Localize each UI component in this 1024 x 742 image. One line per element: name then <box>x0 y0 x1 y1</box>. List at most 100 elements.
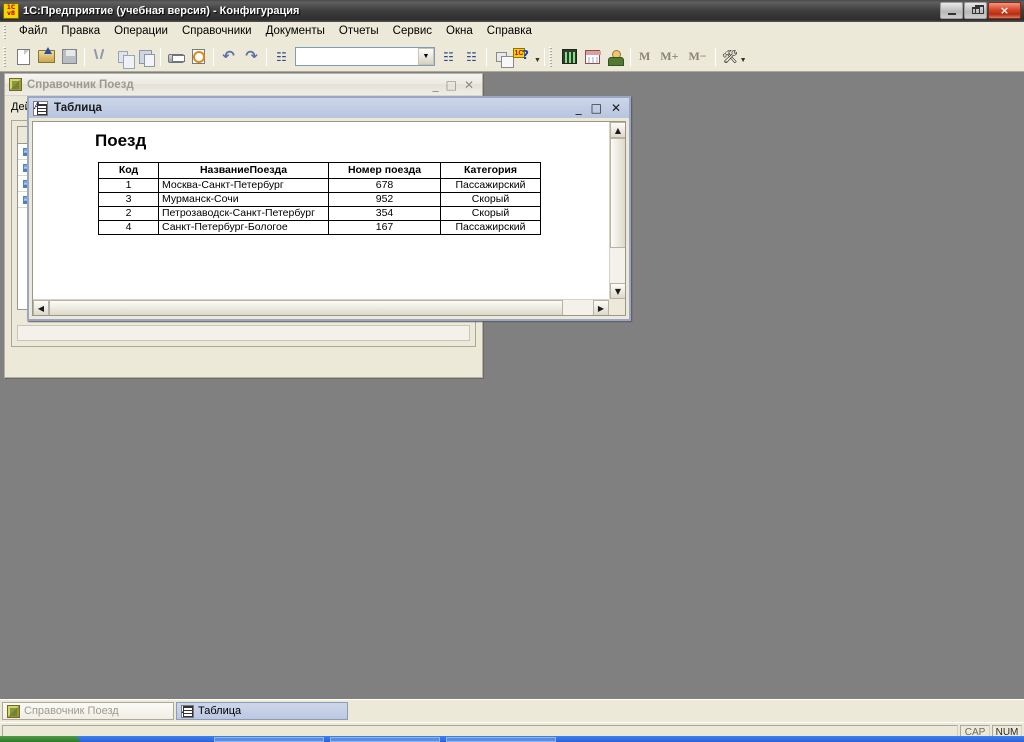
toolbar-separator <box>715 48 716 66</box>
taskbar-item-tablitsa[interactable]: Таблица <box>176 702 348 720</box>
os-taskbar-item[interactable] <box>330 737 440 742</box>
minimize-button[interactable] <box>940 2 963 19</box>
menu-reports[interactable]: Отчеты <box>332 23 386 41</box>
active-users-button[interactable] <box>604 46 627 68</box>
spravochnik-restore-button[interactable]: □ <box>446 79 457 91</box>
tablitsa-window[interactable]: Таблица _ □ ✕ Поезд Код НазваниеПоезда <box>27 96 631 321</box>
tools-icon: 🛠 <box>722 49 739 65</box>
cell-category: Пассажирский <box>441 179 541 193</box>
spravochnik-horizontal-scrollbar[interactable] <box>17 325 470 341</box>
new-document-button[interactable] <box>12 46 35 68</box>
cell-number: 354 <box>329 207 441 221</box>
restore-button[interactable] <box>964 2 987 19</box>
calendar-button[interactable] <box>581 46 604 68</box>
column-header-category: Категория <box>441 163 541 179</box>
menu-service[interactable]: Сервис <box>386 23 439 41</box>
tablitsa-minimize-button[interactable]: _ <box>576 103 582 114</box>
vertical-scroll-thumb[interactable] <box>610 138 626 248</box>
tablitsa-vertical-scrollbar[interactable]: ▲ ▼ <box>609 122 625 299</box>
main-titlebar: 1Cv8 1С:Предприятие (учебная версия) - К… <box>0 0 1024 22</box>
help-button[interactable]: 1C? <box>513 46 536 68</box>
memory-recall-button[interactable]: M <box>634 49 655 64</box>
taskbar-item-label: Справочник Поезд <box>24 705 119 717</box>
spravochnik-close-button[interactable]: ✕ <box>464 79 474 91</box>
menu-operations[interactable]: Операции <box>107 23 175 41</box>
menubar-gripper[interactable] <box>3 25 9 39</box>
os-taskbar-item[interactable] <box>214 737 324 742</box>
toolbar-separator <box>160 48 161 66</box>
toolbar-gripper-2[interactable] <box>549 47 555 67</box>
scroll-up-icon[interactable]: ▲ <box>610 122 626 138</box>
toolbar-separator <box>486 48 487 66</box>
cell-number: 952 <box>329 193 441 207</box>
tablitsa-restore-button[interactable]: □ <box>591 103 602 114</box>
mdi-client-area: Справочник Поезд _ □ ✕ Дей <box>0 72 1024 699</box>
undo-button[interactable]: ↶ <box>217 46 240 68</box>
print-preview-button[interactable] <box>187 46 210 68</box>
redo-button[interactable]: ↷ <box>240 46 263 68</box>
chevron-down-icon[interactable]: ▼ <box>418 48 434 65</box>
search-combobox[interactable]: ▼ <box>295 47 435 66</box>
menu-documents[interactable]: Документы <box>259 23 332 41</box>
active-users-icon <box>608 50 622 64</box>
menu-edit[interactable]: Правка <box>54 23 107 41</box>
menu-windows[interactable]: Окна <box>439 23 480 41</box>
calculator-button[interactable] <box>558 46 581 68</box>
scroll-down-icon[interactable]: ▼ <box>610 283 626 299</box>
calculator-icon <box>562 49 577 64</box>
report-canvas[interactable]: Поезд Код НазваниеПоезда Номер поезда Ка… <box>33 122 609 299</box>
memory-add-button[interactable]: M+ <box>655 49 683 64</box>
toolbar-separator <box>544 48 545 66</box>
spreadsheet-icon <box>33 101 48 116</box>
table-row[interactable]: 4 Санкт-Петербург-Бологое 167 Пассажирск… <box>99 221 541 235</box>
table-row[interactable]: 1 Москва-Санкт-Петербург 678 Пассажирски… <box>99 179 541 193</box>
open-button[interactable] <box>35 46 58 68</box>
cell-category: Скорый <box>441 193 541 207</box>
undo-arrow-icon: ↶ <box>222 49 235 64</box>
print-button[interactable] <box>164 46 187 68</box>
cell-number: 167 <box>329 221 441 235</box>
tablitsa-titlebar[interactable]: Таблица _ □ ✕ <box>29 98 629 118</box>
table-row[interactable]: 2 Петрозаводск-Санкт-Петербург 354 Скоры… <box>99 207 541 221</box>
taskbar-item-spravochnik[interactable]: Справочник Поезд <box>2 702 174 720</box>
os-taskbar-item[interactable] <box>446 737 556 742</box>
horizontal-scroll-thumb[interactable] <box>49 300 563 316</box>
scroll-right-icon[interactable]: ▶ <box>593 300 609 316</box>
find-next-button[interactable]: ☷ <box>460 46 483 68</box>
tablitsa-title: Таблица <box>54 102 102 114</box>
cell-category: Пассажирский <box>441 221 541 235</box>
paste-button[interactable] <box>134 46 157 68</box>
config-tools-button[interactable]: 🛠 <box>719 46 742 68</box>
toolbar-separator <box>266 48 267 66</box>
find-prev-button[interactable]: ☷ <box>437 46 460 68</box>
find-button[interactable]: ☷ <box>270 46 293 68</box>
copy-button[interactable] <box>111 46 134 68</box>
spravochnik-window-controls: _ □ ✕ <box>433 79 480 91</box>
start-button[interactable] <box>0 736 80 742</box>
calendar-icon <box>585 50 600 64</box>
tablitsa-horizontal-scrollbar[interactable]: ◀ ▶ <box>33 299 609 315</box>
cut-button[interactable] <box>88 46 111 68</box>
printer-icon <box>168 54 184 63</box>
save-button[interactable] <box>58 46 81 68</box>
close-button[interactable]: × <box>988 2 1021 19</box>
reference-book-icon <box>7 705 20 718</box>
spravochnik-minimize-button[interactable]: _ <box>433 79 439 91</box>
menu-references[interactable]: Справочники <box>175 23 259 41</box>
menu-file[interactable]: Файл <box>12 23 54 41</box>
column-header-code: Код <box>99 163 159 179</box>
cell-name: Петрозаводск-Санкт-Петербург <box>159 207 329 221</box>
search-input[interactable] <box>296 49 414 64</box>
redo-arrow-icon: ↷ <box>245 49 258 64</box>
tablitsa-close-button[interactable]: ✕ <box>611 103 621 114</box>
toolbar-gripper[interactable] <box>3 47 9 67</box>
table-row[interactable]: 3 Мурманск-Сочи 952 Скорый <box>99 193 541 207</box>
1c-logo-icon: 1Cv8 <box>3 3 19 19</box>
cascade-windows-button[interactable] <box>490 46 513 68</box>
menu-help[interactable]: Справка <box>480 23 539 41</box>
cell-name: Мурманск-Сочи <box>159 193 329 207</box>
spravochnik-titlebar[interactable]: Справочник Поезд _ □ ✕ <box>5 74 482 96</box>
column-header-name: НазваниеПоезда <box>159 163 329 179</box>
scroll-left-icon[interactable]: ◀ <box>33 300 49 316</box>
memory-subtract-button[interactable]: M− <box>683 49 711 64</box>
